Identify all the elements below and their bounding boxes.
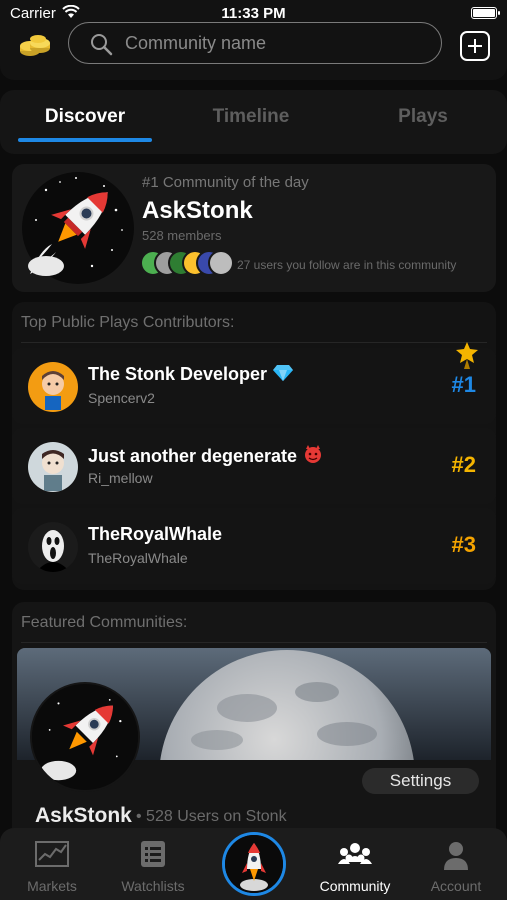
top-header xyxy=(0,22,507,80)
avatar xyxy=(208,250,234,276)
avatar xyxy=(28,522,78,572)
add-community-button[interactable] xyxy=(460,31,490,61)
divider xyxy=(21,342,487,343)
devil-icon xyxy=(303,444,323,469)
contributor-name: Just another degenerate xyxy=(88,444,323,469)
clock: 11:33 PM xyxy=(221,5,286,22)
tab-label: Community xyxy=(319,878,391,894)
rocket-icon xyxy=(32,685,138,789)
tab-label: Watchlists xyxy=(121,878,185,894)
contributor-handle: TheRoyalWhale xyxy=(88,550,188,566)
contributor-row[interactable]: TheRoyalWhale TheRoyalWhale #3 xyxy=(12,508,496,584)
community-members: 528 members xyxy=(142,228,222,243)
segment-tabs: Discover Timeline Plays xyxy=(0,90,507,154)
community-logo[interactable] xyxy=(30,682,140,792)
trophy-icon xyxy=(456,342,478,369)
member-avatars xyxy=(140,250,234,278)
avatar xyxy=(28,362,78,412)
community-name: AskStonk xyxy=(142,197,253,224)
community-kicker: #1 Community of the day xyxy=(142,174,309,191)
coins-icon[interactable] xyxy=(18,32,52,60)
list-icon xyxy=(141,841,165,867)
contributor-handle: Ri_mellow xyxy=(88,470,153,486)
contributor-name: TheRoyalWhale xyxy=(88,524,223,544)
tab-markets[interactable]: Markets xyxy=(2,828,102,900)
featured-communities-section: Featured Communities: Settings AskStonk … xyxy=(12,602,496,842)
top-contributors-section: Top Public Plays Contributors: The Stonk… xyxy=(12,302,496,590)
search-bar[interactable] xyxy=(68,22,442,64)
avatar xyxy=(28,442,78,492)
bottom-tab-bar: Markets Watchlists Community Account xyxy=(0,828,507,900)
contributor-handle: Spencerv2 xyxy=(88,390,155,406)
rank-label: #2 xyxy=(451,452,476,477)
community-of-day-card[interactable]: #1 Community of the day AskStonk 528 mem… xyxy=(12,164,496,292)
contributor-row[interactable]: The Stonk Developer Spencerv2 #1 xyxy=(12,342,496,424)
contributor-row[interactable]: Just another degenerate Ri_mellow #2 xyxy=(12,428,496,504)
follow-count-text: 27 users you follow are in this communit… xyxy=(237,258,457,272)
rank-label: #1 xyxy=(451,372,476,397)
section-heading: Top Public Plays Contributors: xyxy=(21,314,235,331)
tab-community[interactable]: Community xyxy=(305,828,405,900)
tab-label: Markets xyxy=(27,878,77,894)
tab-plays[interactable]: Plays xyxy=(352,106,494,128)
active-tab-indicator xyxy=(18,138,152,142)
community-icon xyxy=(338,843,372,864)
battery-icon xyxy=(471,7,500,19)
tab-account[interactable]: Account xyxy=(406,828,506,900)
community-subtitle: • 528 Users on Stonk xyxy=(136,808,287,825)
rocket-icon xyxy=(225,835,283,893)
divider xyxy=(21,642,487,643)
chart-icon xyxy=(35,841,69,867)
rank-label: #3 xyxy=(451,532,476,557)
section-heading: Featured Communities: xyxy=(21,614,188,631)
contributor-name: The Stonk Developer xyxy=(88,364,294,387)
person-icon xyxy=(444,842,468,870)
community-name: AskStonk xyxy=(35,804,132,827)
tab-label: Account xyxy=(430,878,482,894)
gem-icon xyxy=(273,364,294,387)
rocket-icon xyxy=(22,172,134,284)
tab-timeline[interactable]: Timeline xyxy=(180,106,322,128)
tab-discover[interactable]: Discover xyxy=(18,106,152,128)
search-input[interactable] xyxy=(125,31,425,55)
settings-button[interactable]: Settings xyxy=(362,768,479,794)
search-icon xyxy=(91,34,113,56)
tab-watchlists[interactable]: Watchlists xyxy=(103,828,203,900)
launch-rocket-button[interactable] xyxy=(222,832,286,896)
